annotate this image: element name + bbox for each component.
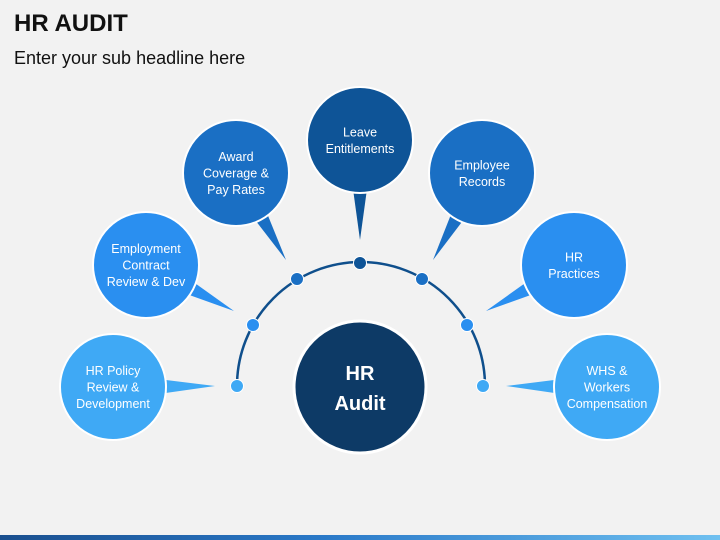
node-circle [428, 119, 536, 227]
hr-audit-diagram: HR Policy Review & Development Employment Co… [59, 86, 661, 455]
node-label-line: Review & Dev [107, 275, 186, 289]
node-label-line: Pay Rates [207, 183, 265, 197]
node-label-line: WHS & [587, 364, 629, 378]
arc-dot [246, 318, 260, 332]
node-label-line: Contract [122, 259, 170, 273]
node-label-line: Employment [111, 242, 181, 256]
node-label-line: Leave [343, 125, 377, 139]
node-label-line: Review & [87, 381, 140, 395]
arc-dot [230, 379, 244, 393]
node-label-line: Coverage & [203, 167, 270, 181]
bottom-accent-bar [0, 535, 720, 540]
node-whs-workers-comp: WHS & Workers Compensation [476, 333, 661, 441]
center-circle [292, 319, 428, 455]
node-circle [520, 211, 628, 319]
node-label-line: Entitlements [326, 142, 395, 156]
node-employee-records: Employee Records [415, 119, 536, 286]
center-node: HR Audit [292, 319, 428, 455]
arc-dot [290, 272, 304, 286]
node-pointer [161, 379, 215, 394]
arc-dot [460, 318, 474, 332]
node-hr-policy: HR Policy Review & Development [59, 333, 244, 441]
node-label-line: Workers [584, 381, 630, 395]
node-label-line: Employee [454, 158, 510, 172]
node-label-line: HR [565, 250, 583, 264]
node-hr-practices: HR Practices [460, 211, 628, 332]
node-label-line: Practices [548, 267, 599, 281]
node-pointer [506, 379, 559, 394]
arc-dot [476, 379, 490, 393]
node-award-coverage: Award Coverage & Pay Rates [182, 119, 304, 286]
node-label-line: Development [76, 397, 150, 411]
node-pointer [353, 189, 367, 240]
node-label-line: Award [218, 150, 253, 164]
node-label-line: HR Policy [86, 364, 142, 378]
center-label-line-1: HR [346, 363, 375, 385]
node-label-line: Compensation [567, 397, 648, 411]
center-label-line-2: Audit [334, 393, 385, 415]
node-leave-entitlements: Leave Entitlements [306, 86, 414, 270]
node-circle [306, 86, 414, 194]
arc-dot [353, 256, 367, 270]
arc-dot [415, 272, 429, 286]
node-employment-contract: Employment Contract Review & Dev [92, 211, 260, 332]
node-label-line: Records [459, 175, 506, 189]
